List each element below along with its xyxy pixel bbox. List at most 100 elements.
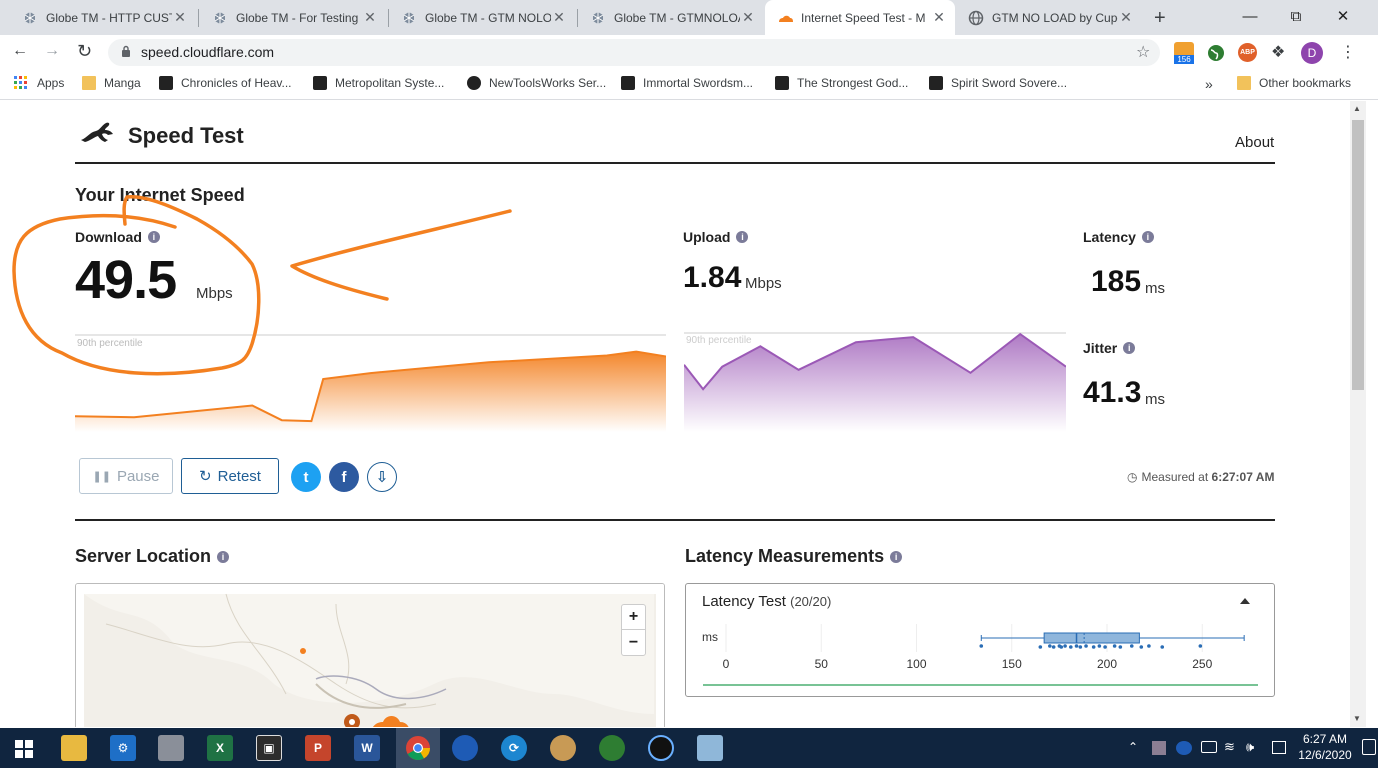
minimize-icon[interactable]: — [1227, 0, 1273, 32]
restore-icon[interactable]: ⧉ [1273, 0, 1319, 32]
menu-kebab-icon[interactable]: ⋮ [1340, 42, 1356, 62]
tab-4[interactable]: Globe TM - GTMNOLOA ✕ [578, 0, 764, 35]
bookmark-label: Metropolitan Syste... [335, 76, 445, 90]
bookmark-manga[interactable]: Manga [82, 76, 141, 90]
system-clock[interactable]: 6:27 AM 12/6/2020 [1296, 731, 1354, 763]
close-icon[interactable]: ✕ [740, 9, 756, 26]
bookmark-newtoolsworks[interactable]: NewToolsWorks Ser... [467, 76, 606, 90]
paint-icon[interactable] [550, 735, 576, 761]
percentile-label: 90th percentile [686, 335, 752, 346]
tab-3[interactable]: Globe TM - GTM NOLOA ✕ [389, 0, 575, 35]
tab-5-active[interactable]: Internet Speed Test - M ✕ [765, 0, 955, 35]
info-icon[interactable]: i [890, 550, 903, 563]
site-favicon [775, 76, 789, 90]
tab-6[interactable]: GTM NO LOAD by Cupc ✕ [956, 0, 1142, 35]
excel-icon[interactable]: X [207, 735, 233, 761]
latency-label: Latency i [1083, 229, 1154, 245]
globe-icon [968, 10, 984, 25]
profile-avatar[interactable]: D [1301, 42, 1323, 64]
speed-test-logo-icon [81, 122, 113, 142]
adblock-icon[interactable]: ABP [1238, 43, 1257, 62]
bookmark-label: Immortal Swordsm... [643, 76, 754, 90]
bookmark-metropolitan[interactable]: Metropolitan Syste... [313, 76, 444, 90]
chrome-icon[interactable] [405, 735, 431, 761]
lock-icon[interactable] [121, 45, 131, 58]
bookmark-immortal[interactable]: Immortal Swordsm... [621, 76, 753, 90]
word-icon[interactable]: W [354, 735, 380, 761]
bookmark-star-icon[interactable]: ☆ [1136, 42, 1150, 62]
bookmark-label: NewToolsWorks Ser... [489, 76, 607, 90]
tray-vpn-icon[interactable] [1176, 741, 1192, 755]
language-icon[interactable] [1272, 741, 1286, 754]
measured-time: 6:27:07 AM [1211, 470, 1275, 484]
server-map[interactable]: + − [75, 583, 665, 727]
tray-chevron-icon[interactable]: ⌃ [1128, 740, 1138, 754]
collapse-arrow-icon[interactable] [1240, 598, 1250, 604]
close-icon[interactable]: ✕ [172, 9, 188, 26]
sync-app-icon[interactable]: ⟳ [501, 735, 527, 761]
bookmark-chronicles[interactable]: Chronicles of Heav... [159, 76, 292, 90]
jitter-label: Jitter i [1083, 340, 1136, 356]
latency-measurements-heading-text: Latency Measurements [685, 546, 885, 566]
upload-unit: Mbps [745, 275, 782, 292]
notepad-icon[interactable] [697, 735, 723, 761]
hand-drawn-annotation [12, 195, 512, 376]
task-manager-icon[interactable] [158, 735, 184, 761]
info-icon[interactable]: i [1141, 231, 1154, 243]
other-bookmarks[interactable]: Other bookmarks [1237, 76, 1351, 90]
zoom-out-button[interactable]: − [622, 630, 645, 655]
close-icon[interactable]: ✕ [362, 9, 378, 26]
url-text[interactable]: speed.cloudflare.com [141, 44, 274, 60]
vpn-app-icon[interactable] [452, 735, 478, 761]
volume-icon[interactable]: 🕪 [1246, 739, 1254, 755]
apps-grid-icon [14, 76, 27, 89]
tab-2[interactable]: Globe TM - For Testing ✕ [200, 0, 386, 35]
wifi-icon[interactable]: ≋ [1224, 739, 1235, 755]
info-icon[interactable]: i [217, 550, 230, 563]
close-icon[interactable]: ✕ [931, 9, 947, 26]
extension-badge-icon[interactable]: 156 [1174, 42, 1194, 64]
latency-point [1112, 644, 1117, 648]
tray-app-icon[interactable] [1152, 741, 1166, 755]
more-bookmarks-button[interactable]: » [1205, 76, 1213, 92]
battery-icon[interactable] [1201, 741, 1217, 753]
powerpoint-icon[interactable]: P [305, 735, 331, 761]
new-tab-button[interactable]: + [1154, 7, 1166, 30]
close-icon[interactable]: ✕ [551, 9, 567, 26]
network-app-icon[interactable] [648, 735, 674, 761]
zoom-in-button[interactable]: + [622, 605, 645, 630]
latency-value: 185 [1091, 265, 1142, 298]
section-divider [75, 519, 1275, 521]
latency-point [1063, 644, 1067, 648]
windows-start-icon[interactable] [15, 740, 33, 758]
info-icon[interactable]: i [736, 231, 749, 243]
latency-point [1084, 644, 1088, 648]
close-icon[interactable]: ✕ [1118, 9, 1134, 26]
bookmark-spirit-sword[interactable]: Spirit Sword Sovere... [929, 76, 1067, 90]
file-explorer-icon[interactable] [61, 735, 87, 761]
tab-1[interactable]: Globe TM - HTTP CUSTO ✕ [10, 0, 196, 35]
reload-icon[interactable]: ↻ [77, 41, 92, 62]
info-icon[interactable]: i [1123, 342, 1136, 354]
clock-icon: ◷ [1127, 470, 1138, 484]
extension-badge-count: 156 [1174, 55, 1194, 64]
tab-divider [198, 9, 199, 27]
bookmark-strongest[interactable]: The Strongest God... [775, 76, 908, 90]
back-arrow-icon[interactable]: ← [12, 42, 28, 60]
scroll-up-icon[interactable]: ▲ [1353, 104, 1361, 113]
notification-icon[interactable] [1362, 739, 1376, 755]
store-icon[interactable]: ▣ [256, 735, 282, 761]
about-link[interactable]: About [1235, 134, 1274, 151]
extensions-puzzle-icon[interactable]: ❖ [1271, 42, 1285, 62]
scrollbar-thumb[interactable] [1352, 120, 1364, 390]
globe-app-icon[interactable] [599, 735, 625, 761]
control-panel-icon[interactable]: ⚙ [110, 735, 136, 761]
window-close-icon[interactable]: ✕ [1320, 0, 1366, 32]
forward-arrow-icon[interactable]: → [44, 42, 60, 60]
folder-icon [1237, 76, 1251, 90]
globe-extension-icon[interactable] [1207, 44, 1225, 62]
page-content: Speed Test About Your Internet Speed Dow… [0, 101, 1350, 727]
tab-title: Globe TM - GTMNOLOA [614, 10, 740, 25]
scroll-down-icon[interactable]: ▼ [1353, 714, 1361, 723]
bookmark-apps[interactable]: Apps [14, 76, 64, 90]
